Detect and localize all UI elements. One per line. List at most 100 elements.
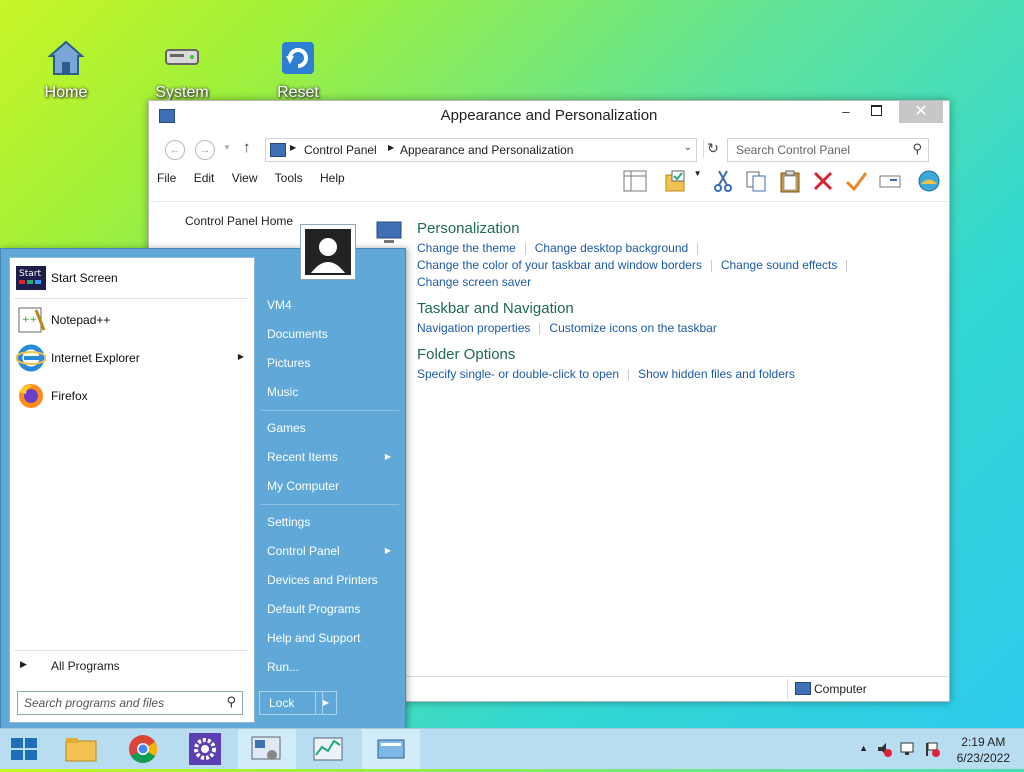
start-menu-link-default-programs[interactable]: Default Programs <box>267 602 360 616</box>
start-menu-link-help-support[interactable]: Help and Support <box>267 631 360 645</box>
search-placeholder: Search Control Panel <box>736 143 851 157</box>
link-show-hidden-files[interactable]: Show hidden files and folders <box>638 367 795 381</box>
link-single-double-click[interactable]: Specify single- or double-click to open <box>417 367 619 381</box>
cut-icon[interactable] <box>711 169 735 193</box>
rename-icon[interactable] <box>878 169 902 193</box>
start-button[interactable] <box>0 729 50 769</box>
link-separator <box>628 368 630 381</box>
start-menu-item-notepadpp[interactable]: ++ Notepad++ <box>10 302 254 338</box>
lock-button[interactable]: Lock <box>259 691 323 715</box>
lock-label: Lock <box>269 696 295 710</box>
category-title[interactable]: Personalization <box>417 220 856 237</box>
start-menu-link-devices-printers[interactable]: Devices and Printers <box>267 573 378 587</box>
submenu-arrow-icon: ▶ <box>384 452 391 461</box>
desktop-icon-home[interactable]: Home <box>21 38 111 102</box>
link-change-theme[interactable]: Change the theme <box>417 241 516 255</box>
status-text: Computer <box>814 682 867 696</box>
start-menu-link-vm4[interactable]: VM4 <box>267 298 292 312</box>
link-navigation-properties[interactable]: Navigation properties <box>417 321 530 335</box>
clock[interactable]: 2:19 AM 6/23/2022 <box>957 734 1010 766</box>
start-menu-link-settings[interactable]: Settings <box>267 515 310 529</box>
start-menu-link-pictures[interactable]: Pictures <box>267 356 310 370</box>
address-bar[interactable]: ▶ Control Panel ▶ Appearance and Persona… <box>265 138 697 162</box>
breadcrumb-control-panel[interactable]: Control Panel <box>304 143 377 157</box>
network-icon[interactable] <box>900 741 916 757</box>
search-icon: ⚲ <box>912 141 922 156</box>
forward-button[interactable]: → <box>195 140 215 160</box>
menu-tools[interactable]: Tools <box>275 171 303 185</box>
start-menu-item-label: Internet Explorer <box>51 351 140 365</box>
gear-icon <box>189 733 221 765</box>
start-menu-link-my-computer[interactable]: My Computer <box>267 479 339 493</box>
start-menu-link-documents[interactable]: Documents <box>267 327 328 341</box>
address-row: ← → ▼ ↑ ▶ Control Panel ▶ Appearance and… <box>159 137 935 163</box>
copy-icon[interactable] <box>744 169 768 193</box>
start-search-placeholder: Search programs and files <box>24 696 165 710</box>
breadcrumb-appearance[interactable]: Appearance and Personalization <box>400 143 573 157</box>
lock-options-button[interactable]: ▶ <box>315 691 337 715</box>
link-change-screen-saver[interactable]: Change screen saver <box>417 275 531 289</box>
all-programs-label: All Programs <box>51 659 120 673</box>
start-menu-item-internet-explorer[interactable]: Internet Explorer ▶ <box>10 340 254 376</box>
link-separator <box>697 242 699 255</box>
status-divider <box>787 679 788 699</box>
desktop-icon-system[interactable]: System <box>137 38 227 102</box>
taskbar-performance-monitor[interactable] <box>300 729 358 769</box>
taskbar-control-panel[interactable] <box>238 729 296 769</box>
start-menu-item-firefox[interactable]: Firefox <box>10 378 254 414</box>
start-menu-link-run[interactable]: Run... <box>267 660 299 674</box>
taskbar-chrome[interactable] <box>114 729 172 769</box>
menu-help[interactable]: Help <box>320 171 345 185</box>
start-menu-link-music[interactable]: Music <box>267 385 298 399</box>
notification-flag-icon[interactable] <box>924 741 940 757</box>
category-title[interactable]: Folder Options <box>417 346 795 363</box>
paste-icon[interactable] <box>778 169 802 193</box>
link-customize-taskbar-icons[interactable]: Customize icons on the taskbar <box>549 321 716 335</box>
close-button[interactable]: ✕ <box>899 101 943 123</box>
chevron-right-icon: ▶ <box>20 659 27 669</box>
taskbar-file-explorer[interactable] <box>52 729 110 769</box>
start-screen-icon: Start <box>16 264 46 292</box>
recent-locations-button[interactable]: ▼ <box>223 143 231 152</box>
menu-view[interactable]: View <box>232 171 258 185</box>
address-dropdown-icon[interactable]: ⌄ <box>684 142 692 153</box>
properties-check-icon[interactable] <box>844 169 868 193</box>
volume-muted-icon[interactable] <box>876 741 892 757</box>
delete-icon[interactable] <box>811 169 835 193</box>
menu-divider <box>14 298 248 299</box>
start-search-input[interactable]: Search programs and files ⚲ <box>17 691 243 715</box>
desktop-icon-reset[interactable]: Reset <box>253 38 343 102</box>
globe-icon[interactable] <box>917 169 941 193</box>
category-title[interactable]: Taskbar and Navigation <box>417 300 717 317</box>
start-menu-link-recent-items[interactable]: Recent Items <box>267 450 338 464</box>
start-menu-link-games[interactable]: Games <box>267 421 306 435</box>
all-programs-button[interactable]: ▶ All Programs <box>10 654 254 678</box>
menu-file[interactable]: File <box>157 171 176 185</box>
menu-edit[interactable]: Edit <box>194 171 215 185</box>
system-icon <box>162 38 202 78</box>
toolbar: ▼ <box>617 169 941 197</box>
back-button[interactable]: ← <box>165 140 185 160</box>
start-menu-link-control-panel[interactable]: Control Panel <box>267 544 340 558</box>
show-hidden-icons-button[interactable]: ▲ <box>859 743 868 753</box>
maximize-button[interactable] <box>861 101 891 123</box>
control-panel-icon <box>270 143 286 157</box>
minimize-button[interactable]: – <box>831 101 861 123</box>
link-change-taskbar-color[interactable]: Change the color of your taskbar and win… <box>417 258 702 272</box>
link-change-sound-effects[interactable]: Change sound effects <box>721 258 838 272</box>
search-input[interactable]: Search Control Panel ⚲ <box>727 138 929 162</box>
layout-icon[interactable] <box>623 169 647 193</box>
start-menu-item-start-screen[interactable]: Start Start Screen <box>10 260 254 296</box>
sidebar-control-panel-home[interactable]: Control Panel Home <box>185 214 293 228</box>
avatar[interactable] <box>300 224 356 280</box>
chevron-down-icon[interactable]: ▼ <box>694 169 702 193</box>
taskbar-window[interactable] <box>362 729 420 769</box>
svg-text:++: ++ <box>22 315 37 325</box>
ie-icon <box>15 344 47 372</box>
up-button[interactable]: ↑ <box>243 139 251 156</box>
title-bar[interactable]: Appearance and Personalization – ✕ <box>149 101 949 131</box>
refresh-button[interactable]: ↻ <box>703 140 722 158</box>
link-change-desktop-background[interactable]: Change desktop background <box>535 241 688 255</box>
folder-options-icon[interactable] <box>664 169 688 193</box>
taskbar-settings[interactable] <box>176 729 234 769</box>
